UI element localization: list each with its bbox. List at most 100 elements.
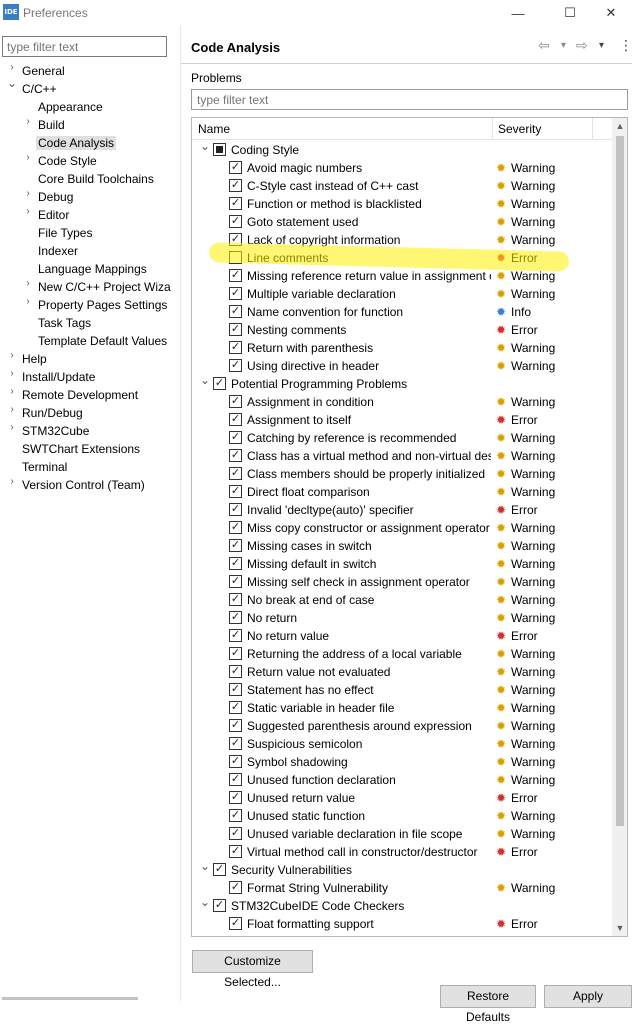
column-separator[interactable] (492, 118, 493, 140)
category-checkbox[interactable]: ✓ (213, 899, 226, 912)
problem-row[interactable]: ✓ Class members should be properly initia… (192, 465, 612, 483)
problem-row[interactable]: ✓ Suspicious semicolon ✹ Warning (192, 735, 612, 753)
problem-row[interactable]: ✓ Invalid 'decltype(auto)' specifier ✹ Erro… (192, 501, 612, 519)
tree-item[interactable]: New C/C++ Project Wiza (38, 278, 171, 296)
problem-row[interactable]: ✓ Unused function declaration ✹ Warning (192, 771, 612, 789)
problem-checkbox[interactable]: ✓ (229, 413, 242, 426)
problem-checkbox[interactable]: ✓ (229, 845, 242, 858)
problem-checkbox[interactable]: ✓ (229, 449, 242, 462)
severity-cell[interactable]: ✹ Error (493, 321, 612, 339)
problem-row[interactable]: ✓ Unused return value ✹ Error (192, 789, 612, 807)
severity-cell[interactable]: ✹ Warning (493, 663, 612, 681)
category-expander-chevron-icon[interactable]: ⌄ (199, 371, 211, 389)
tree-expander-chevron-icon[interactable]: › (6, 386, 18, 404)
category-checkbox[interactable]: ✓ (213, 863, 226, 876)
severity-cell[interactable]: ✹ Error (493, 843, 612, 861)
problem-category-row[interactable]: ⌄ ✓ Security Vulnerabilities (192, 859, 612, 879)
problems-filter-input[interactable] (191, 89, 628, 110)
problem-checkbox[interactable]: ✓ (229, 197, 242, 210)
severity-cell[interactable]: ✹ Error (493, 411, 612, 429)
problem-checkbox[interactable]: ✓ (229, 395, 242, 408)
problem-row[interactable]: ✓ Suggested parenthesis around expression… (192, 717, 612, 735)
tree-item[interactable]: Core Build Toolchains (38, 170, 154, 188)
tree-expander-chevron-icon[interactable]: › (22, 152, 34, 170)
name-column-header[interactable]: Name (198, 122, 230, 136)
maximize-button[interactable]: ☐ (547, 0, 593, 26)
problem-checkbox[interactable]: ✓ (229, 683, 242, 696)
problem-checkbox[interactable]: ✓ (229, 827, 242, 840)
severity-cell[interactable]: ✹ Error (493, 249, 612, 267)
severity-cell[interactable]: ✹ Error (493, 501, 612, 519)
severity-cell[interactable]: ✹ Warning (493, 267, 612, 285)
severity-cell[interactable]: ✹ Warning (493, 825, 612, 843)
severity-cell[interactable]: ✹ Warning (493, 699, 612, 717)
tree-horizontal-scrollbar[interactable] (2, 997, 138, 1000)
tree-item[interactable]: Property Pages Settings (38, 296, 167, 314)
tree-item[interactable]: SWTChart Extensions (22, 440, 140, 458)
problem-checkbox[interactable]: ✓ (229, 503, 242, 516)
problem-row[interactable]: ✓ Goto statement used ✹ Warning (192, 213, 612, 231)
severity-cell[interactable]: ✹ Warning (493, 213, 612, 231)
problem-row[interactable]: ✓ Missing default in switch ✹ Warning (192, 555, 612, 573)
severity-cell[interactable]: ✹ Warning (493, 879, 612, 897)
problem-category-row[interactable]: ⌄ Coding Style (192, 139, 612, 159)
severity-cell[interactable]: ✹ Error (493, 789, 612, 807)
tree-expander-chevron-icon[interactable]: › (22, 296, 34, 314)
severity-cell[interactable]: ✹ Warning (493, 807, 612, 825)
problem-checkbox[interactable]: ✓ (229, 521, 242, 534)
severity-cell[interactable]: ✹ Warning (493, 429, 612, 447)
problem-row[interactable]: ✓ Multiple variable declaration ✹ Warning (192, 285, 612, 303)
tree-item[interactable]: Remote Development (22, 386, 138, 404)
severity-cell[interactable]: ✹ Warning (493, 555, 612, 573)
problem-row[interactable]: ✓ Missing self check in assignment operat… (192, 573, 612, 591)
problem-checkbox[interactable]: ✓ (229, 305, 242, 318)
category-expander-chevron-icon[interactable]: ⌄ (199, 893, 211, 911)
tree-expander-chevron-icon[interactable]: › (22, 206, 34, 224)
tree-item[interactable]: Terminal (22, 458, 67, 476)
problem-checkbox[interactable]: ✓ (229, 665, 242, 678)
category-checkbox[interactable]: ✓ (213, 377, 226, 390)
problem-row[interactable]: ✓ Assignment to itself ✹ Error (192, 411, 612, 429)
problem-checkbox[interactable]: ✓ (229, 773, 242, 786)
problem-checkbox[interactable] (229, 251, 242, 264)
problem-checkbox[interactable]: ✓ (229, 737, 242, 750)
tree-filter-input[interactable] (2, 36, 167, 57)
problem-row[interactable]: ✓ Avoid magic numbers ✹ Warning (192, 159, 612, 177)
customize-selected-button[interactable]: Customize Selected... (192, 950, 313, 989)
problem-checkbox[interactable]: ✓ (229, 809, 242, 822)
problem-category-row[interactable]: ⌄ ✓ STM32CubeIDE Code Checkers (192, 895, 612, 915)
severity-cell[interactable]: ✹ Warning (493, 339, 612, 357)
problem-checkbox[interactable]: ✓ (229, 575, 242, 588)
problem-row[interactable]: ✓ Symbol shadowing ✹ Warning (192, 753, 612, 771)
severity-cell[interactable]: ✹ Warning (493, 447, 612, 465)
problem-row[interactable]: ✓ Catching by reference is recommended ✹ Wa… (192, 429, 612, 447)
severity-cell[interactable]: ✹ Warning (493, 591, 612, 609)
tree-item[interactable]: Help (22, 350, 47, 368)
problem-checkbox[interactable]: ✓ (229, 719, 242, 732)
severity-cell[interactable]: ✹ Warning (493, 159, 612, 177)
severity-cell[interactable]: ✹ Warning (493, 465, 612, 483)
tree-expander-chevron-icon[interactable]: › (6, 422, 18, 440)
problem-checkbox[interactable]: ✓ (229, 323, 242, 336)
problem-row[interactable]: ✓ Static variable in header file ✹ Warning (192, 699, 612, 717)
problem-row[interactable]: ✓ Miss copy constructor or assignment ope… (192, 519, 612, 537)
tree-item[interactable]: Language Mappings (38, 260, 147, 278)
problem-row[interactable]: ✓ No break at end of case ✹ Warning (192, 591, 612, 609)
tree-item[interactable]: Build (38, 116, 65, 134)
severity-column-header[interactable]: Severity (498, 122, 541, 136)
tree-item[interactable]: Version Control (Team) (22, 476, 145, 494)
tree-item[interactable]: Task Tags (38, 314, 91, 332)
problem-checkbox[interactable]: ✓ (229, 701, 242, 714)
severity-cell[interactable]: ✹ Warning (493, 483, 612, 501)
severity-cell[interactable]: ✹ Info (493, 303, 612, 321)
severity-cell[interactable]: ✹ Error (493, 627, 612, 645)
tree-item[interactable]: Editor (38, 206, 69, 224)
problem-row[interactable]: ✓ No return value ✹ Error (192, 627, 612, 645)
severity-cell[interactable]: ✹ Warning (493, 609, 612, 627)
tree-expander-chevron-icon[interactable]: › (6, 476, 18, 494)
tree-item[interactable]: STM32Cube (22, 422, 89, 440)
severity-cell[interactable]: ✹ Error (493, 915, 612, 933)
problem-checkbox[interactable]: ✓ (229, 557, 242, 570)
problem-category-row[interactable]: ⌄ ✓ Potential Programming Problems (192, 373, 612, 393)
problem-checkbox[interactable]: ✓ (229, 593, 242, 606)
